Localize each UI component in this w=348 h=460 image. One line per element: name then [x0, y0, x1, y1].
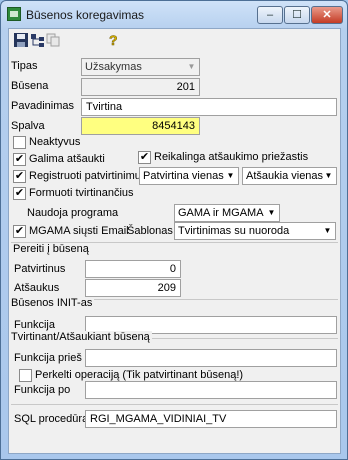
close-button[interactable]: ✕	[311, 6, 343, 24]
spalva-field[interactable]: 8454143	[81, 117, 200, 135]
help-icon[interactable]: ?	[105, 32, 121, 49]
chevron-down-icon: ▼	[226, 171, 235, 180]
app-icon	[7, 7, 21, 21]
naudoja-select[interactable]: GAMA ir MGAMA ▼	[174, 204, 280, 222]
tipas-select[interactable]: Užsakymas ▼	[81, 58, 200, 76]
galima-atsaukti-checkbox[interactable]: ✔	[13, 153, 26, 166]
toolbar: ?	[9, 29, 340, 51]
funkcija-pries-field[interactable]	[85, 349, 337, 367]
pavadinimas-label: Pavadinimas	[11, 100, 74, 112]
patvirtina-value: Patvirtina vienas	[143, 170, 224, 182]
chevron-down-icon: ▼	[324, 171, 333, 180]
save-icon[interactable]	[13, 32, 29, 48]
perkelti-label: Perkelti operaciją (Tik patvirtinant būs…	[35, 369, 244, 381]
maximize-button[interactable]: ☐	[284, 6, 310, 24]
patvirtinus-field[interactable]: 0	[85, 260, 181, 278]
dialog-client-area: ? Tipas Užsakymas ▼ Būsena 201 Pavadinim…	[8, 28, 341, 454]
busena-label: Būsena	[11, 80, 49, 92]
busena-field[interactable]: 201	[81, 78, 200, 96]
tipas-label: Tipas	[11, 60, 38, 72]
chevron-down-icon: ▼	[267, 208, 276, 217]
neaktyvus-label: Neaktyvus	[29, 136, 81, 148]
window-title: Būsenos koregavimas	[26, 8, 145, 22]
spalva-label: Spalva	[11, 120, 45, 132]
formuoti-label: Formuoti tvirtinančius	[29, 187, 134, 199]
perkelti-checkbox[interactable]	[19, 369, 32, 382]
tree-icon[interactable]	[30, 32, 46, 48]
sql-label: SQL procedūra	[14, 413, 89, 425]
atsaukia-value: Atšaukia vienas	[246, 170, 324, 182]
galima-atsaukti-label: Galima atšaukti	[29, 153, 105, 165]
sablonas-select[interactable]: Tvirtinimas su nuoroda ▼	[174, 222, 336, 240]
minimize-button[interactable]: –	[257, 6, 283, 24]
registruoti-label: Registruoti patvirtinimus	[29, 170, 147, 182]
pavadinimas-field[interactable]: Tvirtina	[81, 98, 337, 116]
atsaukia-select[interactable]: Atšaukia vienas ▼	[242, 167, 337, 185]
reikalinga-checkbox[interactable]: ✔	[138, 151, 151, 164]
init-group-title: Būsenos INIT-as	[11, 297, 95, 309]
mgama-checkbox[interactable]: ✔	[13, 225, 26, 238]
copy-icon[interactable]	[45, 32, 61, 48]
chevron-down-icon: ▼	[187, 62, 196, 71]
sql-field[interactable]: RGI_MGAMA_VIDINIAI_TV	[85, 410, 337, 428]
registruoti-checkbox[interactable]: ✔	[13, 170, 26, 183]
atsaukus-label: Atšaukus	[14, 282, 60, 294]
naudoja-value: GAMA ir MGAMA	[178, 207, 264, 219]
title-bar[interactable]: Būsenos koregavimas – ☐ ✕	[1, 1, 347, 29]
sablonas-label: Šablonas	[127, 225, 173, 237]
pereiti-group-title: Pereiti į būseną	[13, 243, 89, 255]
sablonas-value: Tvirtinimas su nuoroda	[178, 225, 290, 237]
naudoja-label: Naudoja programa	[27, 207, 119, 219]
mgama-label: MGAMA siųsti Email	[29, 225, 129, 237]
chevron-down-icon: ▼	[323, 226, 332, 235]
formuoti-checkbox[interactable]: ✔	[13, 187, 26, 200]
tvirtinant-group-title: Tvirtinant/Atšaukiant būseną	[11, 331, 152, 343]
patvirtinus-label: Patvirtinus	[14, 263, 66, 275]
neaktyvus-checkbox[interactable]	[13, 136, 26, 149]
funkcija-po-field[interactable]	[85, 381, 337, 399]
atsaukus-field[interactable]: 209	[85, 279, 181, 297]
funkcija-po-label: Funkcija po	[14, 384, 71, 396]
divider	[11, 404, 338, 405]
funkcija-pries-label: Funkcija prieš	[14, 352, 82, 364]
reikalinga-label: Reikalinga atšaukimo priežastis	[154, 151, 309, 163]
patvirtina-select[interactable]: Patvirtina vienas ▼	[139, 167, 239, 185]
dialog-window: Būsenos koregavimas – ☐ ✕ ? Tipas Užsaky…	[0, 0, 348, 460]
funkcija-label: Funkcija	[14, 319, 55, 331]
svg-text:?: ?	[109, 32, 118, 48]
tipas-value: Užsakymas	[85, 61, 142, 73]
